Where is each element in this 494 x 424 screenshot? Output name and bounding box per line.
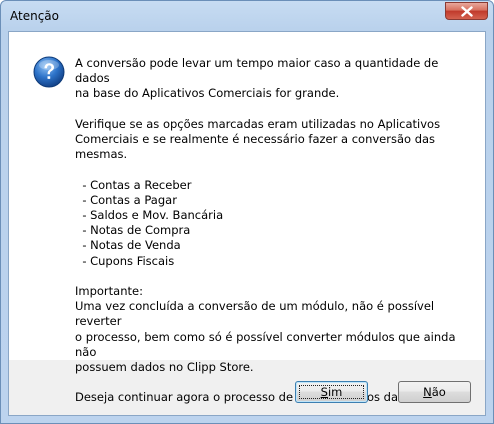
close-button[interactable] bbox=[445, 2, 488, 20]
no-mnemonic: N bbox=[423, 385, 432, 399]
question-icon bbox=[33, 56, 65, 88]
message-area: A conversão pode levar um tempo maior ca… bbox=[9, 32, 485, 404]
close-icon bbox=[461, 6, 473, 17]
no-label: ão bbox=[431, 385, 446, 399]
window-title: Atenção bbox=[10, 9, 59, 23]
yes-button[interactable]: Sim bbox=[295, 381, 368, 403]
focus-rectangle bbox=[299, 385, 364, 399]
no-button[interactable]: Não bbox=[398, 381, 471, 403]
dialog-message: A conversão pode levar um tempo maior ca… bbox=[75, 56, 456, 405]
dialog-window: Atenção A conversão pode levar um tempo … bbox=[0, 0, 494, 424]
dialog-body: A conversão pode levar um tempo maior ca… bbox=[8, 31, 486, 416]
title-bar[interactable]: Atenção bbox=[1, 1, 493, 31]
